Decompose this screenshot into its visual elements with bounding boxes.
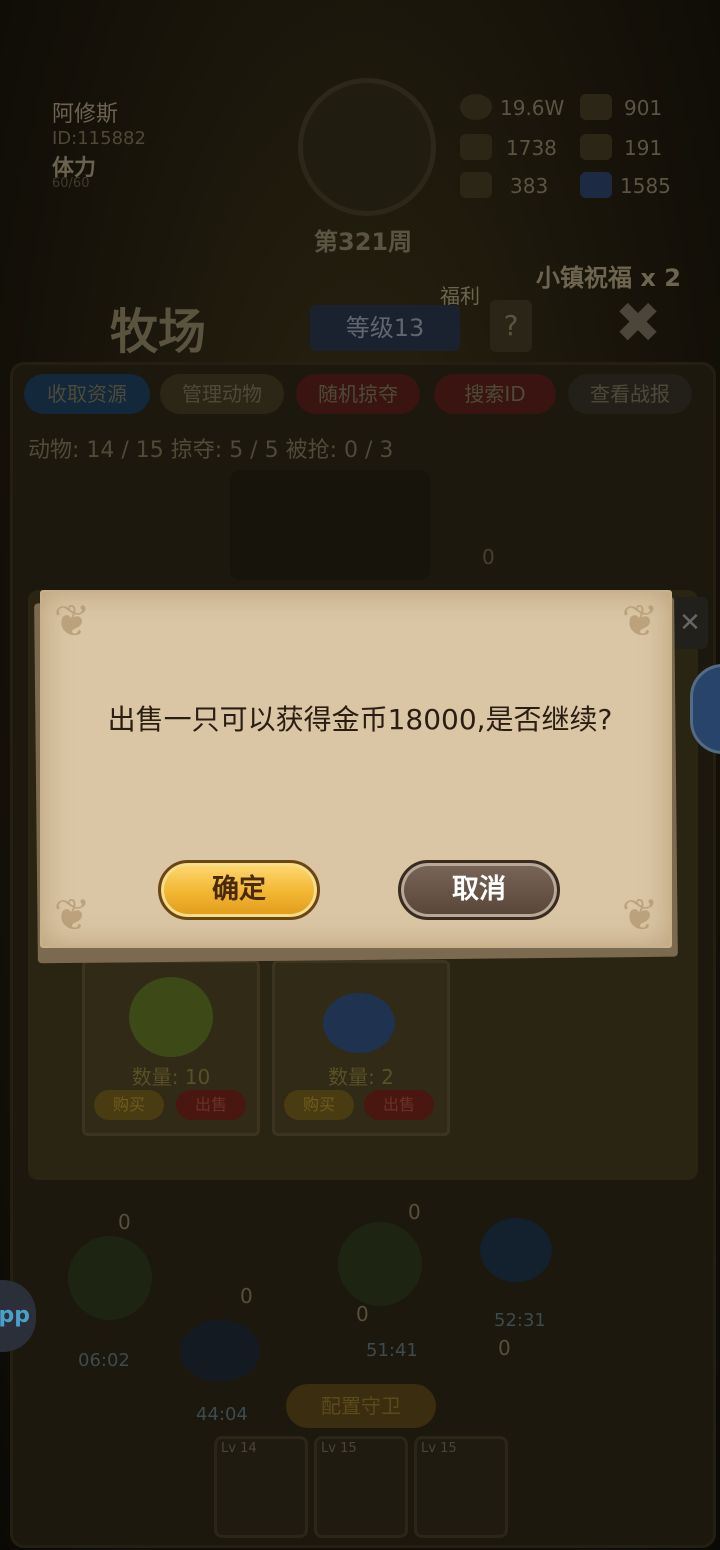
cancel-button[interactable]: 取消 (398, 860, 560, 920)
tab-battle-report[interactable]: 查看战报 (568, 374, 692, 414)
tickets-value: 901 (624, 96, 663, 120)
player-id: ID:115882 (52, 128, 146, 149)
resource-icon (580, 134, 612, 160)
monster-icon[interactable] (338, 1222, 422, 1306)
animal-counter: 0 (498, 1336, 511, 1360)
hero-level: Lv 15 (321, 1441, 357, 1456)
animal-counter: 0 (240, 1284, 253, 1308)
farm-title: 牧场 (110, 304, 207, 360)
town-blessing: 小镇祝福 x 2 (536, 264, 681, 292)
resource4-value: 383 (510, 174, 549, 198)
coin-icon (460, 94, 492, 120)
dialog-message: 出售一只可以获得金币18000,是否继续? (107, 703, 613, 736)
gem-icon (580, 172, 612, 198)
side-close-icon[interactable]: ✕ (672, 597, 708, 649)
animal-counter: 0 (408, 1200, 421, 1224)
ranch-building (230, 470, 430, 580)
hero-slot[interactable]: Lv 15 (414, 1436, 508, 1538)
ornament-icon: ❦ (621, 596, 659, 647)
sell-button[interactable]: 出售 (364, 1090, 434, 1120)
stamina-value: 60/60 (52, 176, 90, 191)
close-icon[interactable]: ✖ (610, 296, 666, 352)
player-avatar[interactable] (298, 78, 436, 216)
resource-icon (460, 134, 492, 160)
coins-value: 19.6W (500, 96, 565, 120)
ticket-icon (580, 94, 612, 120)
timer: 51:41 (366, 1340, 418, 1361)
resource3-value: 191 (624, 136, 663, 160)
level-badge[interactable]: 等级13 (310, 305, 460, 351)
ornament-icon: ❦ (621, 890, 659, 941)
sell-button[interactable]: 出售 (176, 1090, 246, 1120)
ornament-icon: ❦ (53, 596, 91, 647)
monster-icon[interactable] (180, 1320, 260, 1382)
card-count: 数量: 2 (328, 1065, 394, 1089)
tab-search-id[interactable]: 搜索ID (434, 374, 556, 414)
ranch-stats: 动物: 14 / 15 掠夺: 5 / 5 被抢: 0 / 3 (28, 438, 394, 463)
hero-slot[interactable]: Lv 15 (314, 1436, 408, 1538)
help-button[interactable]: ? (490, 300, 532, 352)
timer: 52:31 (494, 1310, 546, 1331)
monster-icon (129, 977, 213, 1057)
animal-counter: 0 (118, 1210, 131, 1234)
monster-icon (323, 993, 395, 1053)
tab-collect[interactable]: 收取资源 (24, 374, 150, 414)
ornament-icon: ❦ (53, 890, 91, 941)
hero-level: Lv 15 (421, 1441, 457, 1456)
configure-guard-button[interactable]: 配置守卫 (286, 1384, 436, 1428)
confirm-button[interactable]: 确定 (158, 860, 320, 920)
confirm-dialog: ❦ ❦ ❦ ❦ (40, 590, 672, 948)
gems-value: 1585 (620, 174, 671, 198)
resource-icon (460, 172, 492, 198)
scene-counter: 0 (482, 545, 495, 569)
player-name: 阿修斯 (52, 102, 119, 127)
hero-slot[interactable]: Lv 14 (214, 1436, 308, 1538)
hero-level: Lv 14 (221, 1441, 257, 1456)
buy-button[interactable]: 购买 (94, 1090, 164, 1120)
monster-icon[interactable] (68, 1236, 152, 1320)
week-label: 第321周 (314, 228, 413, 256)
timer: 06:02 (78, 1350, 130, 1371)
monster-icon[interactable] (480, 1218, 552, 1282)
card-count: 数量: 10 (131, 1065, 211, 1089)
tab-manage[interactable]: 管理动物 (160, 374, 284, 414)
buy-button[interactable]: 购买 (284, 1090, 354, 1120)
resource2-value: 1738 (506, 136, 557, 160)
timer: 44:04 (196, 1404, 248, 1425)
tab-raid[interactable]: 随机掠夺 (296, 374, 420, 414)
animal-counter: 0 (356, 1302, 369, 1326)
